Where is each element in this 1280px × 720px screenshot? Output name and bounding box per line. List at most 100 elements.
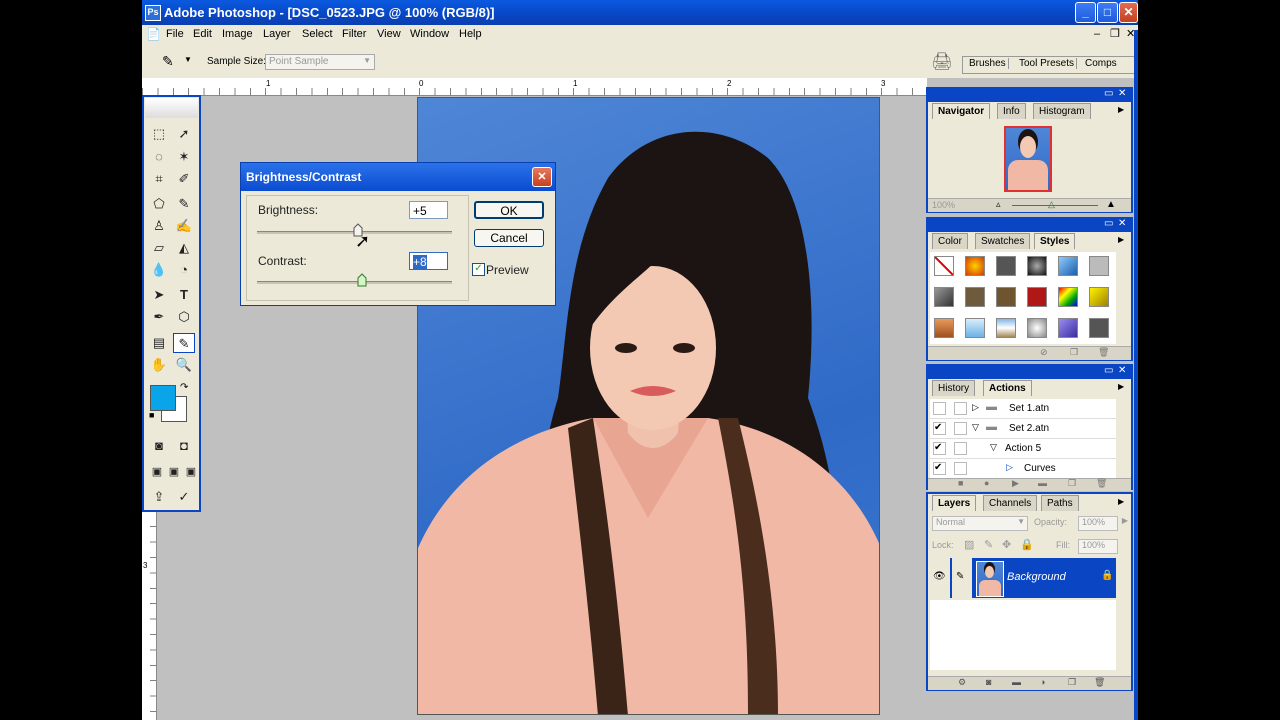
tab-history[interactable]: History (932, 380, 976, 396)
menu-window[interactable]: Window (410, 28, 449, 40)
style-swatch[interactable] (1058, 256, 1078, 276)
panel-minimize-icon[interactable]: ▭ (1104, 365, 1113, 376)
eraser-tool-icon[interactable]: ▱ (148, 238, 170, 258)
path-selection-tool-icon[interactable]: ➤ (148, 285, 170, 305)
foreground-color-swatch[interactable] (150, 385, 176, 411)
action-row[interactable]: ✔ ▽ Action 5 (930, 439, 1116, 459)
eyedropper-tool-icon[interactable]: ✎ (162, 53, 174, 70)
tab-color[interactable]: Color (932, 233, 968, 249)
zoom-out-icon[interactable]: ▵ (996, 199, 1001, 210)
quick-mask-mode-icon[interactable]: ◘ (173, 436, 195, 456)
close-button[interactable]: ✕ (1119, 2, 1138, 23)
dodge-tool-icon[interactable]: ◔ (173, 260, 195, 280)
zoom-in-icon[interactable]: ▲ (1106, 199, 1116, 210)
screen-mode-full-icon[interactable]: ▣ (180, 462, 202, 482)
expand-triangle-icon[interactable]: ▷ (972, 402, 979, 413)
style-swatch[interactable] (934, 318, 954, 338)
brush-tool-icon[interactable]: ✎ (173, 194, 195, 214)
menu-filter[interactable]: Filter (342, 28, 366, 40)
paint-bucket-tool-icon[interactable]: ◭ (173, 238, 195, 258)
zoom-slider[interactable] (1012, 205, 1098, 206)
action-row[interactable]: ▷ ▬ Set 1.atn (930, 399, 1116, 419)
clear-style-icon[interactable]: ⊘ (1040, 347, 1048, 358)
panel-menu-icon[interactable]: ▶ (1118, 235, 1124, 244)
style-swatch[interactable] (1089, 256, 1109, 276)
well-tab-tool-presets[interactable]: Tool Presets (1017, 58, 1078, 69)
style-swatch[interactable] (934, 287, 954, 307)
healing-brush-tool-icon[interactable]: ⬠ (148, 194, 170, 214)
hand-tool-icon[interactable]: ✋ (148, 355, 170, 375)
record-icon[interactable]: ● (984, 478, 989, 488)
style-swatch[interactable] (996, 318, 1016, 338)
eye-visibility-icon[interactable]: 👁 (933, 571, 946, 582)
style-none-swatch[interactable] (934, 256, 954, 276)
chevron-right-icon[interactable]: ▶ (1122, 516, 1128, 525)
panel-close-icon[interactable]: ✕ (1118, 88, 1126, 99)
panel-minimize-icon[interactable]: ▭ (1104, 88, 1113, 99)
contrast-slider-track[interactable] (257, 281, 452, 284)
shape-tool-icon[interactable]: ⬡ (173, 307, 195, 327)
chevron-down-icon[interactable]: ▼ (184, 55, 192, 64)
minimize-button[interactable]: _ (1075, 2, 1096, 23)
panel-minimize-icon[interactable]: ▭ (1104, 218, 1113, 229)
menu-image[interactable]: Image (222, 28, 253, 40)
new-set-icon[interactable]: ▬ (1038, 478, 1047, 488)
new-group-icon[interactable]: ▬ (1012, 677, 1021, 687)
tab-info[interactable]: Info (997, 103, 1026, 119)
notes-tool-icon[interactable]: ▤ (148, 333, 170, 353)
action-row[interactable]: ✔ ▽ ▬ Set 2.atn (930, 419, 1116, 439)
menu-file[interactable]: File (166, 28, 184, 40)
ok-button[interactable]: OK (474, 201, 544, 219)
contrast-slider-thumb[interactable] (357, 273, 367, 287)
crop-tool-icon[interactable]: ⌗ (148, 169, 170, 189)
blend-mode-select[interactable]: Normal ▼ (932, 516, 1028, 531)
jump-to-imageready-icon[interactable]: ⇪ (148, 487, 170, 507)
style-swatch[interactable] (1027, 287, 1047, 307)
dialog-close-button[interactable]: ✕ (532, 167, 552, 187)
action-toggle-checkbox[interactable]: ✔ (933, 422, 946, 435)
layer-row-background[interactable]: 👁 ✎ Background 🔒 (930, 558, 1116, 598)
tab-navigator[interactable]: Navigator (932, 103, 991, 119)
sample-size-select[interactable]: Point Sample ▼ (265, 54, 375, 70)
action-toggle-checkbox[interactable]: ✔ (933, 462, 946, 475)
style-swatch[interactable] (996, 287, 1016, 307)
expand-triangle-icon[interactable]: ▷ (1006, 462, 1013, 473)
action-toggle-checkbox[interactable]: ✔ (933, 442, 946, 455)
add-mask-icon[interactable]: ◙ (986, 677, 991, 687)
magic-wand-tool-icon[interactable]: ✶ (173, 147, 195, 167)
swap-colors-icon[interactable]: ↷ (180, 382, 188, 393)
well-tab-comps[interactable]: Comps (1085, 58, 1117, 69)
lock-transparency-icon[interactable]: ▨ (964, 538, 974, 551)
style-swatch[interactable] (1089, 287, 1109, 307)
menu-edit[interactable]: Edit (193, 28, 212, 40)
pen-tool-icon[interactable]: ✒ (148, 307, 170, 327)
maximize-button[interactable]: □ (1097, 2, 1118, 23)
lock-pixels-icon[interactable]: ✎ (984, 538, 993, 551)
style-swatch[interactable] (996, 256, 1016, 276)
panel-close-icon[interactable]: ✕ (1118, 365, 1126, 376)
link-layers-icon[interactable]: ⚙ (958, 677, 966, 688)
adjustment-layer-icon[interactable]: ◑ (1040, 677, 1045, 687)
history-brush-tool-icon[interactable]: ✍ (173, 216, 195, 236)
style-swatch[interactable] (965, 318, 985, 338)
eyedropper-tool-active-icon[interactable]: ✎ (173, 333, 195, 353)
panel-menu-icon[interactable]: ▶ (1118, 382, 1124, 391)
stop-icon[interactable]: ■ (958, 478, 963, 488)
slice-tool-icon[interactable]: ✐ (173, 169, 195, 189)
tab-channels[interactable]: Channels (983, 495, 1038, 511)
style-swatch[interactable] (1089, 318, 1109, 338)
well-tab-brushes[interactable]: Brushes (967, 58, 1009, 69)
action-row[interactable]: ✔ ▷ Curves (930, 459, 1116, 479)
move-tool-icon[interactable]: ➚ (173, 124, 195, 144)
collapse-triangle-icon[interactable]: ▽ (972, 422, 979, 433)
style-swatch[interactable] (1027, 318, 1047, 338)
lock-all-icon[interactable]: 🔒 (1020, 538, 1034, 551)
panel-menu-icon[interactable]: ▶ (1118, 497, 1124, 506)
style-swatch[interactable] (965, 256, 985, 276)
tab-actions[interactable]: Actions (983, 380, 1032, 396)
action-dialog-checkbox[interactable] (954, 402, 967, 415)
play-icon[interactable]: ▶ (1012, 478, 1019, 489)
action-toggle-checkbox[interactable] (933, 402, 946, 415)
contrast-input[interactable]: +8 (409, 252, 448, 270)
delete-layer-icon[interactable]: 🗑 (1094, 677, 1105, 688)
